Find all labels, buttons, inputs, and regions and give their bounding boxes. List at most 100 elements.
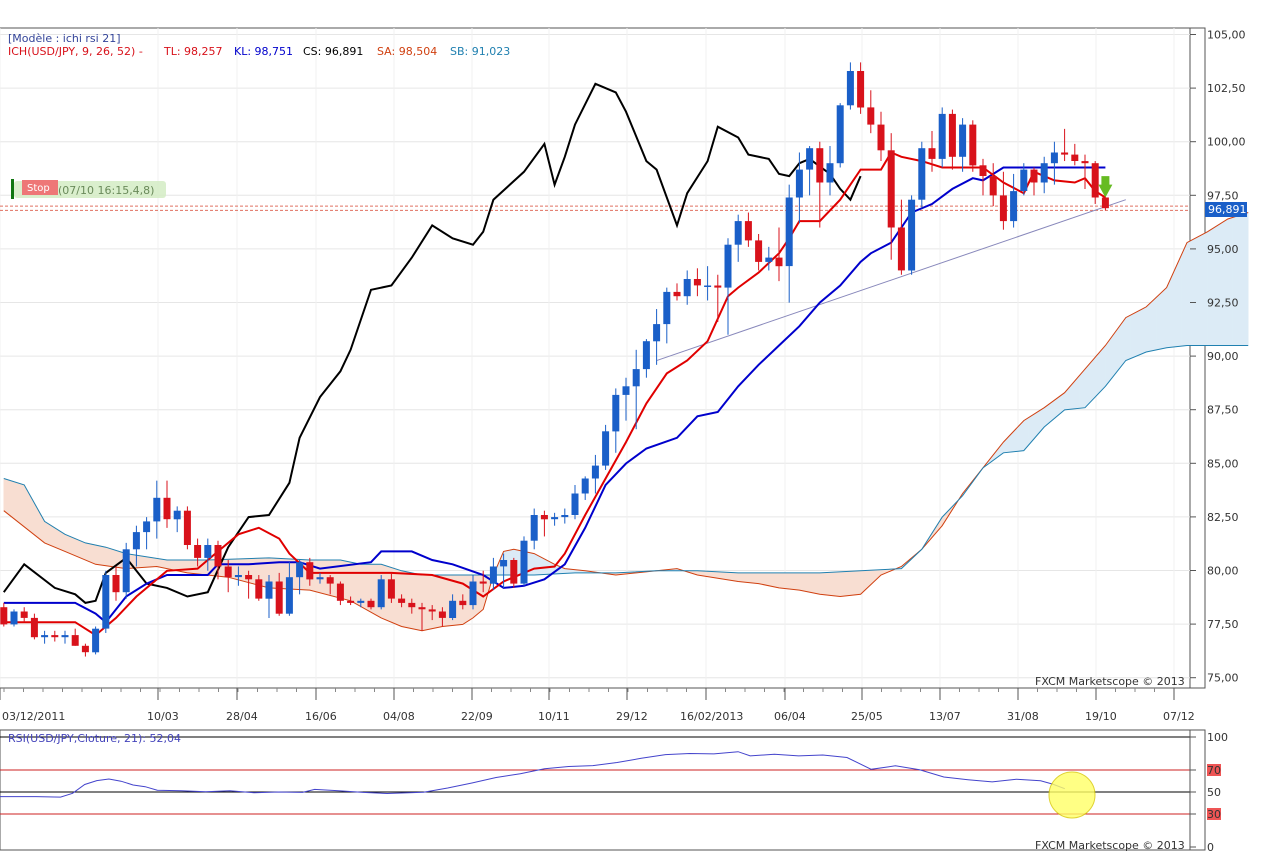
price-tick-label: 97,50 — [1207, 189, 1239, 202]
cloud-segment — [783, 572, 790, 590]
cloud-segment — [742, 572, 749, 583]
time-tick-label: 16/02/2013 — [680, 710, 743, 723]
candle-body — [897, 227, 905, 271]
candle-body — [1050, 152, 1058, 164]
cloud-segment — [1186, 239, 1193, 346]
cloud-segment — [436, 574, 443, 628]
span-b-value-label: SB: 91,023 — [450, 45, 510, 58]
cloud-segment — [1115, 323, 1121, 375]
candle-body — [806, 148, 814, 170]
cloud-segment — [1232, 215, 1239, 346]
time-tick-label: 25/05 — [851, 710, 883, 723]
candle-body — [571, 493, 579, 515]
cloud-segment — [69, 535, 76, 557]
time-tick-label: 04/08 — [383, 710, 415, 723]
candle-body — [1030, 169, 1038, 183]
candle-body — [1020, 169, 1028, 191]
cloud-segment — [156, 558, 163, 568]
candle-body — [30, 617, 38, 638]
cloud-segment — [74, 538, 81, 559]
candle-body — [918, 148, 926, 200]
candle-body — [622, 386, 630, 395]
cloud-segment — [824, 572, 831, 596]
order-info-text: (07/10 16:15,4,8) — [58, 184, 154, 197]
candle-body — [948, 113, 956, 157]
cloud-segment — [1100, 344, 1106, 393]
candle-body — [255, 579, 263, 599]
candle-body — [744, 221, 752, 241]
cloud-segment — [829, 571, 836, 597]
cloud-segment — [161, 558, 168, 569]
time-tick-label: 07/12 — [1163, 710, 1195, 723]
candle-body — [132, 532, 140, 550]
stop-order-flag — [11, 179, 14, 199]
tenkan-value-label: TL: 98,257 — [163, 45, 223, 58]
cloud-segment — [737, 572, 744, 583]
candle-body — [1010, 191, 1018, 222]
candle-body — [510, 560, 518, 584]
chikou-value-label: CS: 96,891 — [303, 45, 363, 58]
price-tick-label: 85,00 — [1207, 457, 1239, 470]
cloud-segment — [732, 572, 739, 582]
cloud-segment — [355, 562, 362, 608]
rsi-tick-label: 30 — [1207, 808, 1221, 821]
cloud-segment — [105, 546, 112, 567]
price-tick-label: 77,50 — [1207, 618, 1239, 631]
cloud-segment — [1217, 221, 1223, 346]
candle-body — [765, 257, 773, 262]
rsi-highlight-marker — [1048, 771, 1096, 819]
time-tick-label: 22/09 — [461, 710, 493, 723]
candle-body — [357, 600, 365, 603]
candle-body — [724, 244, 732, 288]
candle-body — [693, 279, 701, 286]
price-tick-label: 90,00 — [1207, 350, 1239, 363]
time-tick-label: 03/12/2011 — [2, 710, 65, 723]
cloud-segment — [814, 572, 821, 595]
stop-order-marker[interactable]: Stop (07/10 16:15,4,8) — [11, 179, 166, 199]
candle-body — [102, 575, 110, 629]
cloud-segment — [151, 557, 158, 568]
cloud-segment — [319, 559, 326, 595]
time-axis: 03/12/2011 10/03 28/04 16/06 04/08 22/09 10/11… — [0, 687, 1205, 723]
cloud-segment — [850, 570, 856, 596]
cloud-segment — [793, 572, 800, 591]
cloud-segment — [758, 572, 765, 586]
price-tick-label: 92,50 — [1207, 297, 1239, 310]
candle-body — [285, 577, 293, 614]
cloud-segment — [90, 543, 96, 565]
candle-body — [1071, 154, 1079, 161]
price-tick-label: 87,50 — [1207, 404, 1239, 417]
cloud-segment — [1140, 306, 1147, 355]
watermark-rsi: FXCM Marketscope © 2013 — [1035, 839, 1185, 852]
cloud-segment — [345, 560, 351, 602]
candle-body — [449, 600, 457, 618]
rsi-tick-label: 70 — [1207, 764, 1221, 777]
candle-body — [0, 607, 8, 625]
candle-body — [387, 579, 395, 599]
candle-body — [714, 285, 722, 288]
candle-body — [938, 113, 946, 159]
candle-body — [153, 497, 161, 522]
time-tick-label: 06/04 — [774, 710, 806, 723]
candle-body — [51, 635, 59, 638]
time-tick-label: 19/10 — [1085, 710, 1117, 723]
cloud-segment — [64, 533, 71, 555]
candle-body — [163, 497, 171, 520]
candle-body — [112, 575, 120, 593]
cloud-segment — [49, 524, 56, 548]
candle-body — [867, 107, 875, 125]
cloud-segment — [1181, 242, 1188, 347]
candle-body — [418, 607, 426, 610]
cloud-segment — [768, 572, 775, 588]
cloud-segment — [44, 520, 51, 546]
candle-body — [469, 581, 477, 606]
candle-body — [530, 515, 538, 541]
cloud-segment — [804, 572, 810, 593]
cloud-segment — [533, 553, 540, 576]
current-price-label: 96,891 — [1208, 203, 1247, 216]
candle-body — [1101, 197, 1109, 209]
stop-label: Stop — [27, 183, 50, 194]
candle-body — [642, 341, 650, 370]
candle-body — [183, 510, 191, 545]
candle-body — [928, 148, 936, 159]
